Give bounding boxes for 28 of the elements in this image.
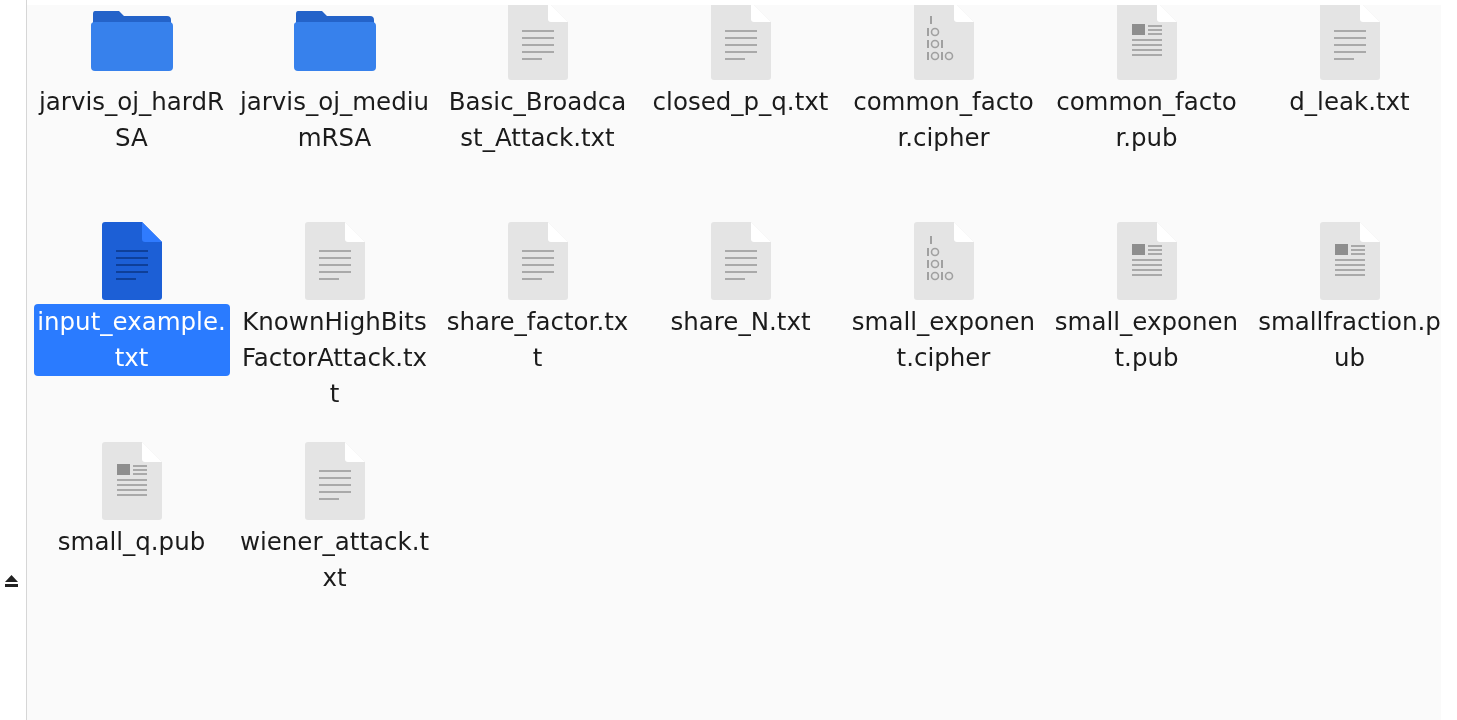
- text-document-icon: [304, 222, 365, 300]
- file-name[interactable]: Basic_Broadcast_Attack.txt: [439, 84, 636, 156]
- eject-icon[interactable]: [5, 575, 18, 587]
- text-document-icon: [304, 442, 365, 520]
- document-icon: [1116, 222, 1177, 300]
- folder-icon: [90, 11, 173, 71]
- file-name[interactable]: d_leak.txt: [1286, 84, 1413, 120]
- file-name[interactable]: jarvis_oj_hardRSA: [33, 84, 230, 156]
- file-name[interactable]: KnownHighBitsFactorAttack.txt: [236, 304, 433, 412]
- text-document-icon: [710, 222, 771, 300]
- text-document-icon: [507, 222, 568, 300]
- file-name[interactable]: wiener_attack.txt: [236, 524, 433, 596]
- file-name[interactable]: closed_p_q.txt: [649, 84, 832, 120]
- file-name[interactable]: smallfraction.pub: [1251, 304, 1441, 376]
- file-name[interactable]: share_N.txt: [667, 304, 814, 340]
- file-name[interactable]: common_factor.pub: [1048, 84, 1245, 156]
- document-icon: [101, 442, 162, 520]
- file-name[interactable]: small_exponent.cipher: [845, 304, 1042, 376]
- file-name[interactable]: share_factor.txt: [439, 304, 636, 376]
- file-name[interactable]: input_example.txt: [33, 304, 230, 376]
- folder-icon: [293, 11, 376, 71]
- file-name[interactable]: small_q.pub: [54, 524, 209, 560]
- document-icon: [1319, 222, 1380, 300]
- file-name[interactable]: small_exponent.pub: [1048, 304, 1245, 376]
- binary-document-icon: [913, 222, 974, 300]
- file-name[interactable]: common_factor.cipher: [845, 84, 1042, 156]
- text-document-icon: [101, 222, 162, 300]
- file-name[interactable]: jarvis_oj_mediumRSA: [236, 84, 433, 156]
